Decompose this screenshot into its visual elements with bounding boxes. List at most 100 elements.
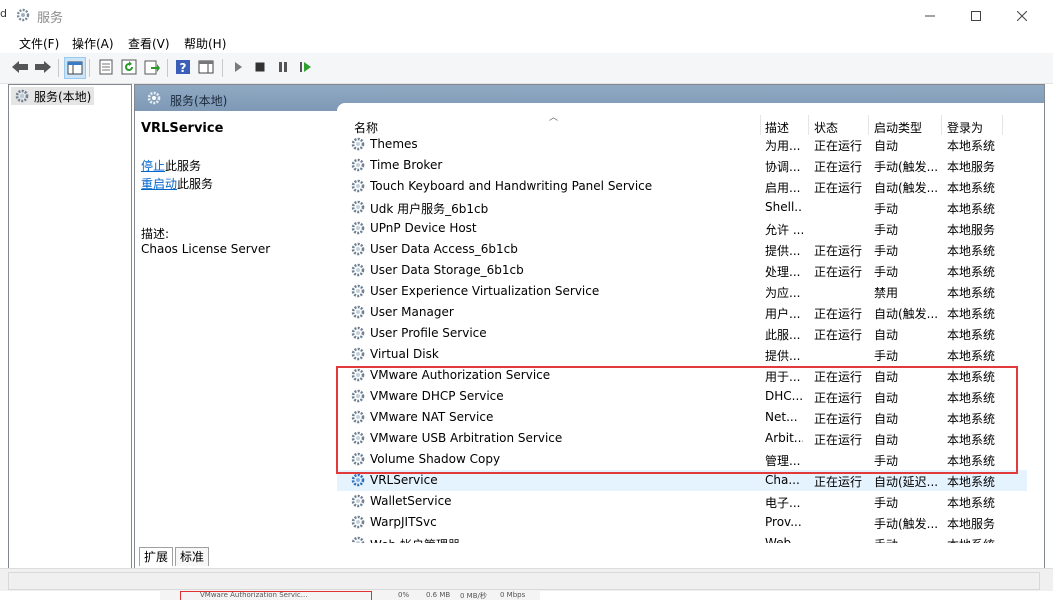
tab-standard[interactable]: 标准 — [175, 547, 210, 566]
column-divider[interactable] — [868, 115, 869, 135]
service-status: 正在运行 — [814, 181, 863, 195]
service-startup-type: 手动(触发... — [874, 517, 939, 531]
service-startup-type: 手动 — [874, 536, 942, 543]
forward-button[interactable] — [33, 57, 53, 77]
restart-service-button[interactable] — [296, 57, 316, 77]
service-row[interactable]: Web 帐户管理器 Web... 手动本地系统 — [337, 533, 1027, 543]
service-row[interactable]: Touch Keyboard and Handwriting Panel Ser… — [337, 176, 1027, 197]
service-name: Touch Keyboard and Handwriting Panel Ser… — [370, 179, 653, 193]
service-row[interactable]: Udk 用户服务_6b1cb Shell... 手动 本地系统 — [337, 197, 1027, 218]
service-startup-type: 自动(延迟... — [874, 475, 939, 489]
service-description: 电子... — [765, 496, 801, 510]
forward-arrow-icon — [35, 61, 51, 73]
description-pane: VRLService 停止此服务 重启动此服务 描述: Chaos Licens… — [135, 111, 335, 543]
service-row[interactable]: UPnP Device Host 允许 ... 手动 本地服务 — [337, 218, 1027, 239]
close-icon — [1017, 10, 1027, 21]
menu-help[interactable]: 帮助(H) — [184, 35, 226, 52]
service-logon-as: 本地系统 — [947, 202, 996, 216]
service-row[interactable]: User Data Storage_6b1cb 处理... 正在运行 手动 本地系统 — [337, 260, 1027, 281]
status-bar — [0, 568, 1053, 591]
service-name: UPnP Device Host — [370, 221, 477, 235]
services-gear-icon — [147, 91, 161, 105]
service-row[interactable]: User Manager 用户... 正在运行 自动(触发... 本地系统 — [337, 302, 1027, 323]
service-name: User Manager — [370, 305, 454, 319]
column-divider[interactable] — [1002, 115, 1003, 135]
service-gear-icon — [351, 473, 365, 487]
menu-view[interactable]: 查看(V) — [128, 35, 170, 52]
export-list-button[interactable] — [142, 57, 162, 77]
service-startup-type: 自动(触发... — [874, 307, 939, 321]
properties-button[interactable] — [96, 57, 116, 77]
menu-bar: 文件(F) 操作(A) 查看(V) 帮助(H) — [0, 31, 1053, 53]
service-status: 正在运行 — [814, 139, 863, 153]
column-divider[interactable] — [760, 115, 761, 135]
service-row[interactable]: User Profile Service 此服... 正在运行 自动 本地系统 — [337, 323, 1027, 344]
service-logon-as: 本地系统 — [947, 181, 996, 195]
stop-service-suffix: 此服务 — [165, 159, 202, 173]
svg-text:?: ? — [180, 61, 187, 75]
minimize-button[interactable] — [907, 0, 953, 31]
window-edge-glyph: d — [0, 7, 7, 20]
maximize-button[interactable] — [953, 0, 999, 31]
service-row[interactable]: Time Broker 协调... 正在运行 手动(触发... 本地服务 — [337, 155, 1027, 176]
background-disk: 0 MB/秒 — [460, 592, 487, 600]
service-gear-icon — [351, 200, 365, 214]
pause-service-button[interactable] — [273, 57, 293, 77]
service-name: Themes — [370, 137, 418, 151]
menu-action[interactable]: 操作(A) — [72, 35, 114, 52]
restart-service-line: 重启动此服务 — [141, 175, 213, 192]
service-row[interactable]: WarpJITSvc Prov... 手动(触发... 本地服务 — [337, 512, 1027, 533]
help-button[interactable]: ? — [173, 57, 193, 77]
service-row[interactable]: Themes 为用... 正在运行 自动 本地系统 — [337, 134, 1027, 155]
tree-item-services-local[interactable]: 服务(本地) — [11, 87, 95, 105]
maximize-icon — [971, 10, 981, 21]
service-startup-type: 手动 — [874, 223, 899, 237]
back-button[interactable] — [10, 57, 30, 77]
service-row[interactable]: User Data Access_6b1cb 提供... 正在运行 手动 本地系统 — [337, 239, 1027, 260]
column-divider[interactable] — [808, 115, 809, 135]
rows-container: Themes 为用... 正在运行 自动 本地系统 Time Broker 协调... 正在运… — [337, 134, 1027, 543]
service-row[interactable]: Virtual Disk 提供... 手动 本地系统 — [337, 344, 1027, 365]
service-logon-as: 本地系统 — [947, 328, 996, 342]
description-label: 描述: — [141, 227, 170, 241]
service-name: User Profile Service — [370, 326, 487, 340]
service-name: Time Broker — [370, 158, 443, 172]
services-gear-icon — [16, 8, 30, 22]
show-console-tree-button[interactable] — [64, 57, 86, 79]
service-description: 为用... — [765, 139, 801, 153]
service-logon-as: 本地系统 — [947, 496, 996, 510]
service-row[interactable]: WalletService 电子... 手动 本地系统 — [337, 491, 1027, 512]
toolbar: ? — [0, 53, 1053, 84]
service-startup-type: 手动 — [874, 202, 899, 216]
tab-extended[interactable]: 扩展 — [139, 547, 174, 566]
close-button[interactable] — [999, 0, 1045, 31]
service-row[interactable]: User Experience Virtualization Service 为应… — [337, 281, 1027, 302]
help-icon: ? — [176, 60, 190, 75]
service-gear-icon — [351, 242, 365, 256]
service-gear-icon — [351, 305, 365, 319]
console-tree: 服务(本地) — [8, 84, 132, 570]
menu-file[interactable]: 文件(F) — [19, 35, 59, 52]
start-service-button[interactable] — [228, 57, 248, 77]
restart-service-link[interactable]: 重启动 — [141, 177, 177, 191]
background-network: 0 Mbps — [500, 591, 526, 599]
refresh-button[interactable] — [119, 57, 139, 77]
properties-icon — [99, 59, 113, 75]
back-arrow-icon — [12, 61, 28, 73]
status-bar-panel — [8, 572, 1040, 590]
play-icon — [235, 62, 242, 72]
service-logon-as: 本地系统 — [947, 536, 1007, 543]
service-gear-icon — [351, 137, 365, 151]
service-description: 处理... — [765, 265, 801, 279]
service-startup-type: 自动 — [874, 328, 899, 342]
pause-icon — [279, 62, 287, 72]
action-pane-button[interactable] — [196, 57, 216, 77]
column-divider[interactable] — [941, 115, 942, 135]
refresh-icon — [121, 59, 137, 75]
panel-header-title: 服务(本地) — [170, 94, 228, 108]
stop-service-link[interactable]: 停止 — [141, 159, 165, 173]
console-tree-icon — [67, 61, 83, 75]
service-startup-type: 禁用 — [874, 286, 899, 300]
service-description: 为应... — [765, 286, 801, 300]
stop-service-button[interactable] — [250, 57, 270, 77]
